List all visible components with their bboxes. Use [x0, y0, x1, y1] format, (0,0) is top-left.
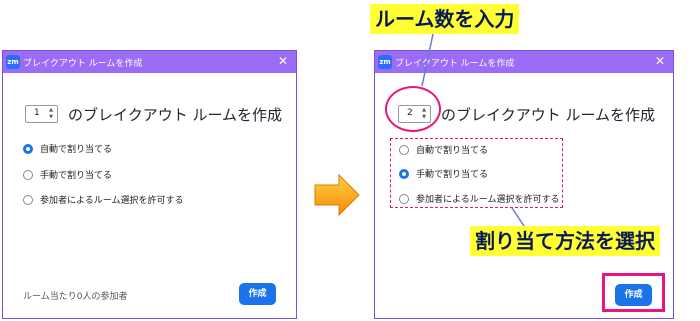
- callout-leader-lines: [421, 33, 525, 227]
- callout-enter-room-count: ルーム数を入力: [370, 4, 520, 34]
- leader-line-assign-method: [511, 207, 525, 227]
- leader-line-room-count: [421, 33, 434, 87]
- callout-select-assign-method: 割り当て方法を選択: [470, 226, 660, 256]
